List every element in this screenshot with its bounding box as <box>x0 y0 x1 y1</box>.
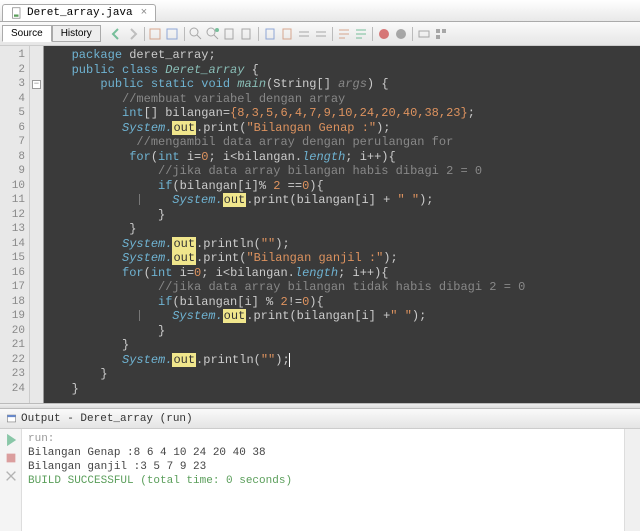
toolbar-icon[interactable] <box>296 26 312 42</box>
clear-icon[interactable] <box>4 469 18 483</box>
file-tab-bar: Deret_array.java × <box>0 0 640 22</box>
output-title-bar[interactable]: Output - Deret_array (run) <box>0 409 640 429</box>
output-build-status: BUILD SUCCESSFUL (total time: 0 seconds) <box>28 474 618 488</box>
output-title: Output - Deret_array (run) <box>21 413 193 425</box>
file-tab-label: Deret_array.java <box>27 7 133 19</box>
tab-source[interactable]: Source <box>2 25 52 42</box>
record-icon[interactable] <box>393 26 409 42</box>
output-panel: Output - Deret_array (run) run: Bilangan… <box>0 409 640 531</box>
output-line: run: <box>28 432 618 446</box>
tab-history[interactable]: History <box>52 25 101 42</box>
fold-toggle-icon[interactable]: − <box>32 80 41 89</box>
stop-run-icon[interactable] <box>4 451 18 465</box>
toolbar-icon[interactable] <box>222 26 238 42</box>
output-line: Bilangan Genap :8 6 4 10 24 20 40 38 <box>28 446 618 460</box>
rerun-icon[interactable] <box>4 433 18 447</box>
toolbar-icon[interactable] <box>148 26 164 42</box>
nav-back-icon[interactable] <box>108 26 124 42</box>
toolbar-icon[interactable] <box>416 26 432 42</box>
output-sidebar <box>0 429 22 531</box>
toolbar-icon[interactable] <box>262 26 278 42</box>
code-editor[interactable]: 123456789101112131415161718192021222324 … <box>0 46 640 403</box>
stop-icon[interactable] <box>376 26 392 42</box>
output-icon <box>6 413 17 424</box>
editor-toolbar: Source History <box>0 22 640 46</box>
nav-fwd-icon[interactable] <box>125 26 141 42</box>
toolbar-icon[interactable] <box>279 26 295 42</box>
toolbar-icon[interactable] <box>433 26 449 42</box>
scrollbar[interactable] <box>624 429 640 531</box>
output-text[interactable]: run: Bilangan Genap :8 6 4 10 24 20 40 3… <box>22 429 624 531</box>
code-area[interactable]: package deret_array; public class Deret_… <box>44 46 640 403</box>
toolbar-icon[interactable] <box>313 26 329 42</box>
output-line: Bilangan ganjil :3 5 7 9 23 <box>28 460 618 474</box>
toolbar-icon[interactable] <box>353 26 369 42</box>
fold-gutter: − <box>30 46 44 403</box>
line-number-gutter: 123456789101112131415161718192021222324 <box>0 46 30 403</box>
toolbar-icon[interactable] <box>239 26 255 42</box>
close-icon[interactable]: × <box>141 7 148 19</box>
file-tab[interactable]: Deret_array.java × <box>2 4 156 21</box>
line-number: 1 <box>0 48 25 63</box>
java-file-icon <box>11 7 23 19</box>
toolbar-icon[interactable] <box>205 26 221 42</box>
toolbar-icon[interactable] <box>336 26 352 42</box>
search-icon[interactable] <box>188 26 204 42</box>
toolbar-icon[interactable] <box>165 26 181 42</box>
